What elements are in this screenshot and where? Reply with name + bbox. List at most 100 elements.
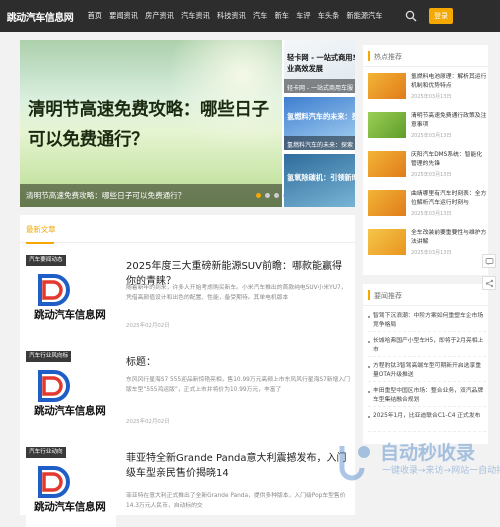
- article-tag: 汽车行业风向标: [26, 351, 72, 362]
- slide-caption-bar: 清明节高速免费攻略：哪些日子可以免费通行？: [20, 184, 282, 207]
- article-summary: 随着新年的到来，许多人开始考虑购买新车。小米汽车推出的首款纯电SUV小米YU7，…: [126, 285, 347, 301]
- bullet-icon: [368, 316, 370, 318]
- share-icon: [485, 279, 493, 287]
- nav-item-headline[interactable]: 车头条: [314, 11, 343, 21]
- bullet-icon: [368, 416, 370, 418]
- bullet-icon: [368, 366, 370, 368]
- recommend-item-title[interactable]: 长城哈弗国产小型车H5，即将于2月亮相上市: [373, 337, 486, 355]
- recommend-item[interactable]: 方程豹钛3智驾高端车型可期新开启选享重量OTA升级推送: [368, 362, 486, 382]
- hot-item-image[interactable]: [368, 151, 406, 177]
- hero-side-cards: 轻卡网 - 一站式商用车 业高效发展 轻卡网 - 一站式商用车服 氢燃料汽车的未…: [284, 40, 355, 207]
- article-thumbnail[interactable]: 汽车要闻动态 跳动汽车信息网: [26, 255, 116, 335]
- hot-item-title[interactable]: 全车改装前要重要性与维护方法讲解: [411, 229, 487, 247]
- hero-slide[interactable]: 清明节高速免费攻略：哪些日子可以免费通行？ 清明节高速免费攻略：哪些日子可以免费…: [20, 40, 288, 207]
- latest-heading-underline: [26, 242, 54, 244]
- side-card-caption: 氢燃料汽车的未来：探索: [287, 142, 354, 149]
- main-column: 清明节高速免费攻略：哪些日子可以免费通行？ 清明节高速免费攻略：哪些日子可以免费…: [20, 40, 355, 527]
- slide-dot[interactable]: [265, 193, 270, 198]
- hot-item[interactable]: 全车改装前要重要性与维护方法讲解 2025年03月13日: [368, 229, 486, 261]
- slide-dot[interactable]: [256, 193, 261, 198]
- site-logo[interactable]: 跳动汽车信息网: [0, 0, 74, 32]
- article-thumbnail[interactable]: 汽车行业动向 跳动汽车信息网: [26, 447, 116, 527]
- main-nav: 首页 要闻资讯 房产资讯 汽车资讯 科技资讯 汽车 新车 车评 车头条 新能源汽…: [84, 11, 386, 21]
- bullet-icon: [368, 341, 370, 343]
- message-button[interactable]: [482, 254, 496, 268]
- nav-item-tech[interactable]: 科技资讯: [213, 11, 249, 21]
- hot-item-image[interactable]: [368, 190, 406, 216]
- recommend-item[interactable]: 2025年1月，比亚迪联合C1-C4 正式发布: [368, 412, 486, 432]
- brand-text: 跳动汽车信息网: [34, 405, 106, 417]
- hot-item[interactable]: 庆阳汽车DMS系统：智能化管理的先锋 2025年03月13日: [368, 151, 486, 183]
- watermark-title: 自动秒收录: [380, 442, 476, 464]
- hot-item-title[interactable]: 清明节高速免费通行政策及注意事项: [411, 112, 487, 130]
- hot-item-date: 2025年03月13日: [411, 94, 452, 100]
- nav-item-news[interactable]: 要闻资讯: [106, 11, 142, 21]
- hot-item-date: 2025年03月13日: [411, 250, 452, 256]
- hot-item-title[interactable]: 庆阳汽车DMS系统：智能化管理的先锋: [411, 151, 487, 169]
- floating-toolbar: [482, 254, 496, 298]
- recommend-item[interactable]: 智驾下沉浪潮：中阶方案如何重塑车企市场竞争格局: [368, 312, 486, 332]
- article-summary: 菲亚特在意大利正式推出了全新Grande Panda，提供多种版本，入门级Pop…: [126, 493, 346, 509]
- slide-title: 清明节高速免费攻略：哪些日子可以免费通行？: [28, 100, 269, 150]
- brand-mark-icon: [38, 370, 70, 402]
- hot-item[interactable]: 曲靖哪里有汽车时刻表：全方位解析汽车运行时刻与 2025年03月13日: [368, 190, 486, 222]
- side-card-title-line2: 业高效发展: [287, 64, 323, 73]
- recommend-item[interactable]: 长城哈弗国产小型车H5，即将于2月亮相上市: [368, 337, 486, 357]
- hot-header: 热点推荐: [363, 45, 488, 67]
- nav-item-auto[interactable]: 汽车: [249, 11, 271, 21]
- recommend-item[interactable]: 丰田重型中国区市场：整合业务，双汽品牌车型集结融合规划: [368, 387, 486, 407]
- nav-item-ev[interactable]: 新能源汽车: [343, 11, 386, 21]
- brand-mark-icon: [38, 274, 70, 306]
- message-icon: [485, 257, 493, 265]
- hot-item[interactable]: 氢燃料电池原理：解析其运行机制和优势特点 2025年03月13日: [368, 73, 486, 105]
- recommend-header: 要闻推荐: [363, 284, 488, 306]
- article-summary: 东风风行星海S7 555迎品新惊艳亮相，售10.99万元高频上市东风风行星海S7…: [126, 377, 350, 393]
- article-date: 2025年02月02日: [126, 419, 170, 425]
- nav-item-realestate[interactable]: 房产资讯: [142, 11, 178, 21]
- side-card-title: 氢燃料汽车的未来：探: [287, 112, 355, 121]
- article-title[interactable]: 标题：: [126, 355, 351, 370]
- recommend-item-title[interactable]: 丰田重型中国区市场：整合业务，双汽品牌车型集结融合规划: [373, 387, 486, 405]
- slide-dot[interactable]: [274, 193, 279, 198]
- recommend-item-title[interactable]: 智驾下沉浪潮：中阶方案如何重塑车企市场竞争格局: [373, 312, 486, 330]
- hot-item-image[interactable]: [368, 73, 406, 99]
- brand-text: 跳动汽车信息网: [34, 309, 106, 321]
- hot-item-title[interactable]: 曲靖哪里有汽车时刻表：全方位解析汽车运行时刻与: [411, 190, 487, 208]
- nav-item-new-car[interactable]: 新车: [271, 11, 293, 21]
- news-recommend-box: 要闻推荐 智驾下沉浪潮：中阶方案如何重塑车企市场竞争格局 长城哈弗国产小型车H5…: [363, 284, 488, 444]
- site-logo-text: 跳动汽车信息网: [6, 12, 74, 24]
- hot-item-date: 2025年03月13日: [411, 211, 452, 217]
- hot-heading: 热点推荐: [374, 53, 402, 61]
- recommend-item-title[interactable]: 2025年1月，比亚迪联合C1-C4 正式发布: [373, 412, 486, 421]
- watermark-subtitle: 一键收录→来访→网站一自动排名: [382, 466, 500, 476]
- side-card-title: 轻卡网 - 一站式商用车: [287, 53, 355, 62]
- hero-slider: 清明节高速免费攻略：哪些日子可以免费通行？ 清明节高速免费攻略：哪些日子可以免费…: [20, 40, 355, 207]
- side-card-caption: 轻卡网 - 一站式商用车服: [287, 85, 353, 92]
- article-date: 2025年02月02日: [126, 323, 170, 329]
- watermark-logo-icon: [339, 446, 370, 481]
- article-title[interactable]: 菲亚特全新Grande Panda意大利震撼发布，入门级车型亲民售价揭晓14: [126, 451, 351, 481]
- latest-header: 最新文章: [20, 215, 355, 244]
- hot-item-date: 2025年03月13日: [411, 133, 452, 139]
- slide-caption: 清明节高速免费攻略：哪些日子可以免费通行？: [26, 191, 186, 200]
- watermark-overlay: 自动秒收录 一键收录→来访→网站一自动排名: [330, 436, 500, 494]
- latest-articles: 最新文章 汽车要闻动态 跳动汽车信息网 2025年度三大重磅新能源SUV前瞻：哪…: [20, 215, 355, 527]
- hot-item-title[interactable]: 氢燃料电池原理：解析其运行机制和优势特点: [411, 73, 487, 91]
- login-button[interactable]: 登录: [429, 8, 453, 24]
- article-thumbnail[interactable]: 汽车行业风向标 跳动汽车信息网: [26, 351, 116, 431]
- brand-mark-icon: [38, 466, 70, 498]
- side-card[interactable]: 轻卡网 - 一站式商用车 业高效发展 轻卡网 - 一站式商用车服: [284, 40, 355, 93]
- hot-item-image[interactable]: [368, 112, 406, 138]
- hot-item-image[interactable]: [368, 229, 406, 255]
- side-card-title: 氢氧除碳机：引领新时代: [287, 173, 355, 182]
- nav-item-auto-news[interactable]: 汽车资讯: [177, 11, 213, 21]
- side-card[interactable]: 氢氧除碳机：引领新时代: [284, 154, 355, 207]
- search-icon[interactable]: [405, 10, 417, 22]
- hot-header-accent: [368, 51, 370, 61]
- hot-item[interactable]: 清明节高速免费通行政策及注意事项 2025年03月13日: [368, 112, 486, 144]
- recommend-item-title[interactable]: 方程豹钛3智驾高端车型可期新开启选享重量OTA升级推送: [373, 362, 486, 380]
- share-button[interactable]: [482, 276, 496, 290]
- side-card[interactable]: 氢燃料汽车的未来：探 氢燃料汽车的未来：探索: [284, 97, 355, 150]
- nav-item-home[interactable]: 首页: [84, 11, 106, 21]
- nav-item-review[interactable]: 车评: [293, 11, 315, 21]
